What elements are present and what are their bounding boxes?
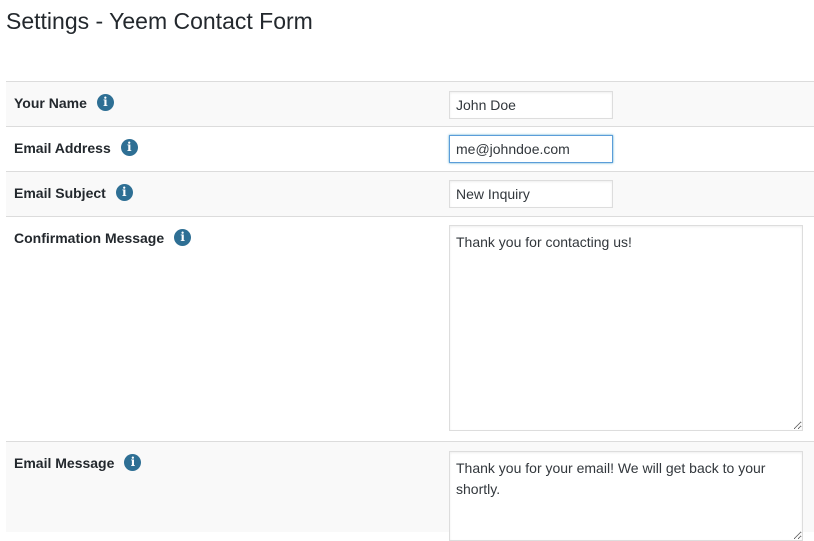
email-message-label-group: Email Message i (14, 454, 142, 471)
your-name-label-group: Your Name i (14, 94, 114, 111)
email-address-input[interactable] (449, 135, 613, 163)
your-name-row: Your Name i (6, 82, 814, 127)
your-name-label: Your Name (14, 94, 87, 111)
confirmation-message-textarea[interactable]: Thank you for contacting us! (449, 225, 803, 431)
email-subject-label-group: Email Subject i (14, 184, 133, 201)
settings-form: Your Name i Email Address i Email Subjec… (6, 81, 814, 541)
email-subject-input[interactable] (449, 180, 613, 208)
page-title: Settings - Yeem Contact Form (6, 8, 313, 34)
email-message-textarea[interactable]: Thank you for your email! We will get ba… (449, 451, 803, 541)
confirmation-message-label: Confirmation Message (14, 229, 165, 246)
your-name-input[interactable] (449, 91, 613, 119)
info-icon[interactable]: i (115, 184, 133, 201)
email-subject-row: Email Subject i (6, 172, 814, 217)
email-subject-label: Email Subject (14, 184, 106, 201)
email-address-label-group: Email Address i (14, 139, 138, 156)
confirmation-message-label-group: Confirmation Message i (14, 229, 192, 246)
email-address-label: Email Address (14, 139, 111, 156)
email-address-row: Email Address i (6, 127, 814, 172)
confirmation-message-row: Confirmation Message i Thank you for con… (6, 217, 814, 442)
info-icon[interactable]: i (124, 454, 142, 471)
info-icon[interactable]: i (96, 94, 114, 111)
info-icon[interactable]: i (174, 229, 192, 246)
email-message-row: Email Message i Thank you for your email… (6, 442, 814, 541)
email-message-label: Email Message (14, 454, 115, 471)
info-icon[interactable]: i (120, 139, 138, 156)
